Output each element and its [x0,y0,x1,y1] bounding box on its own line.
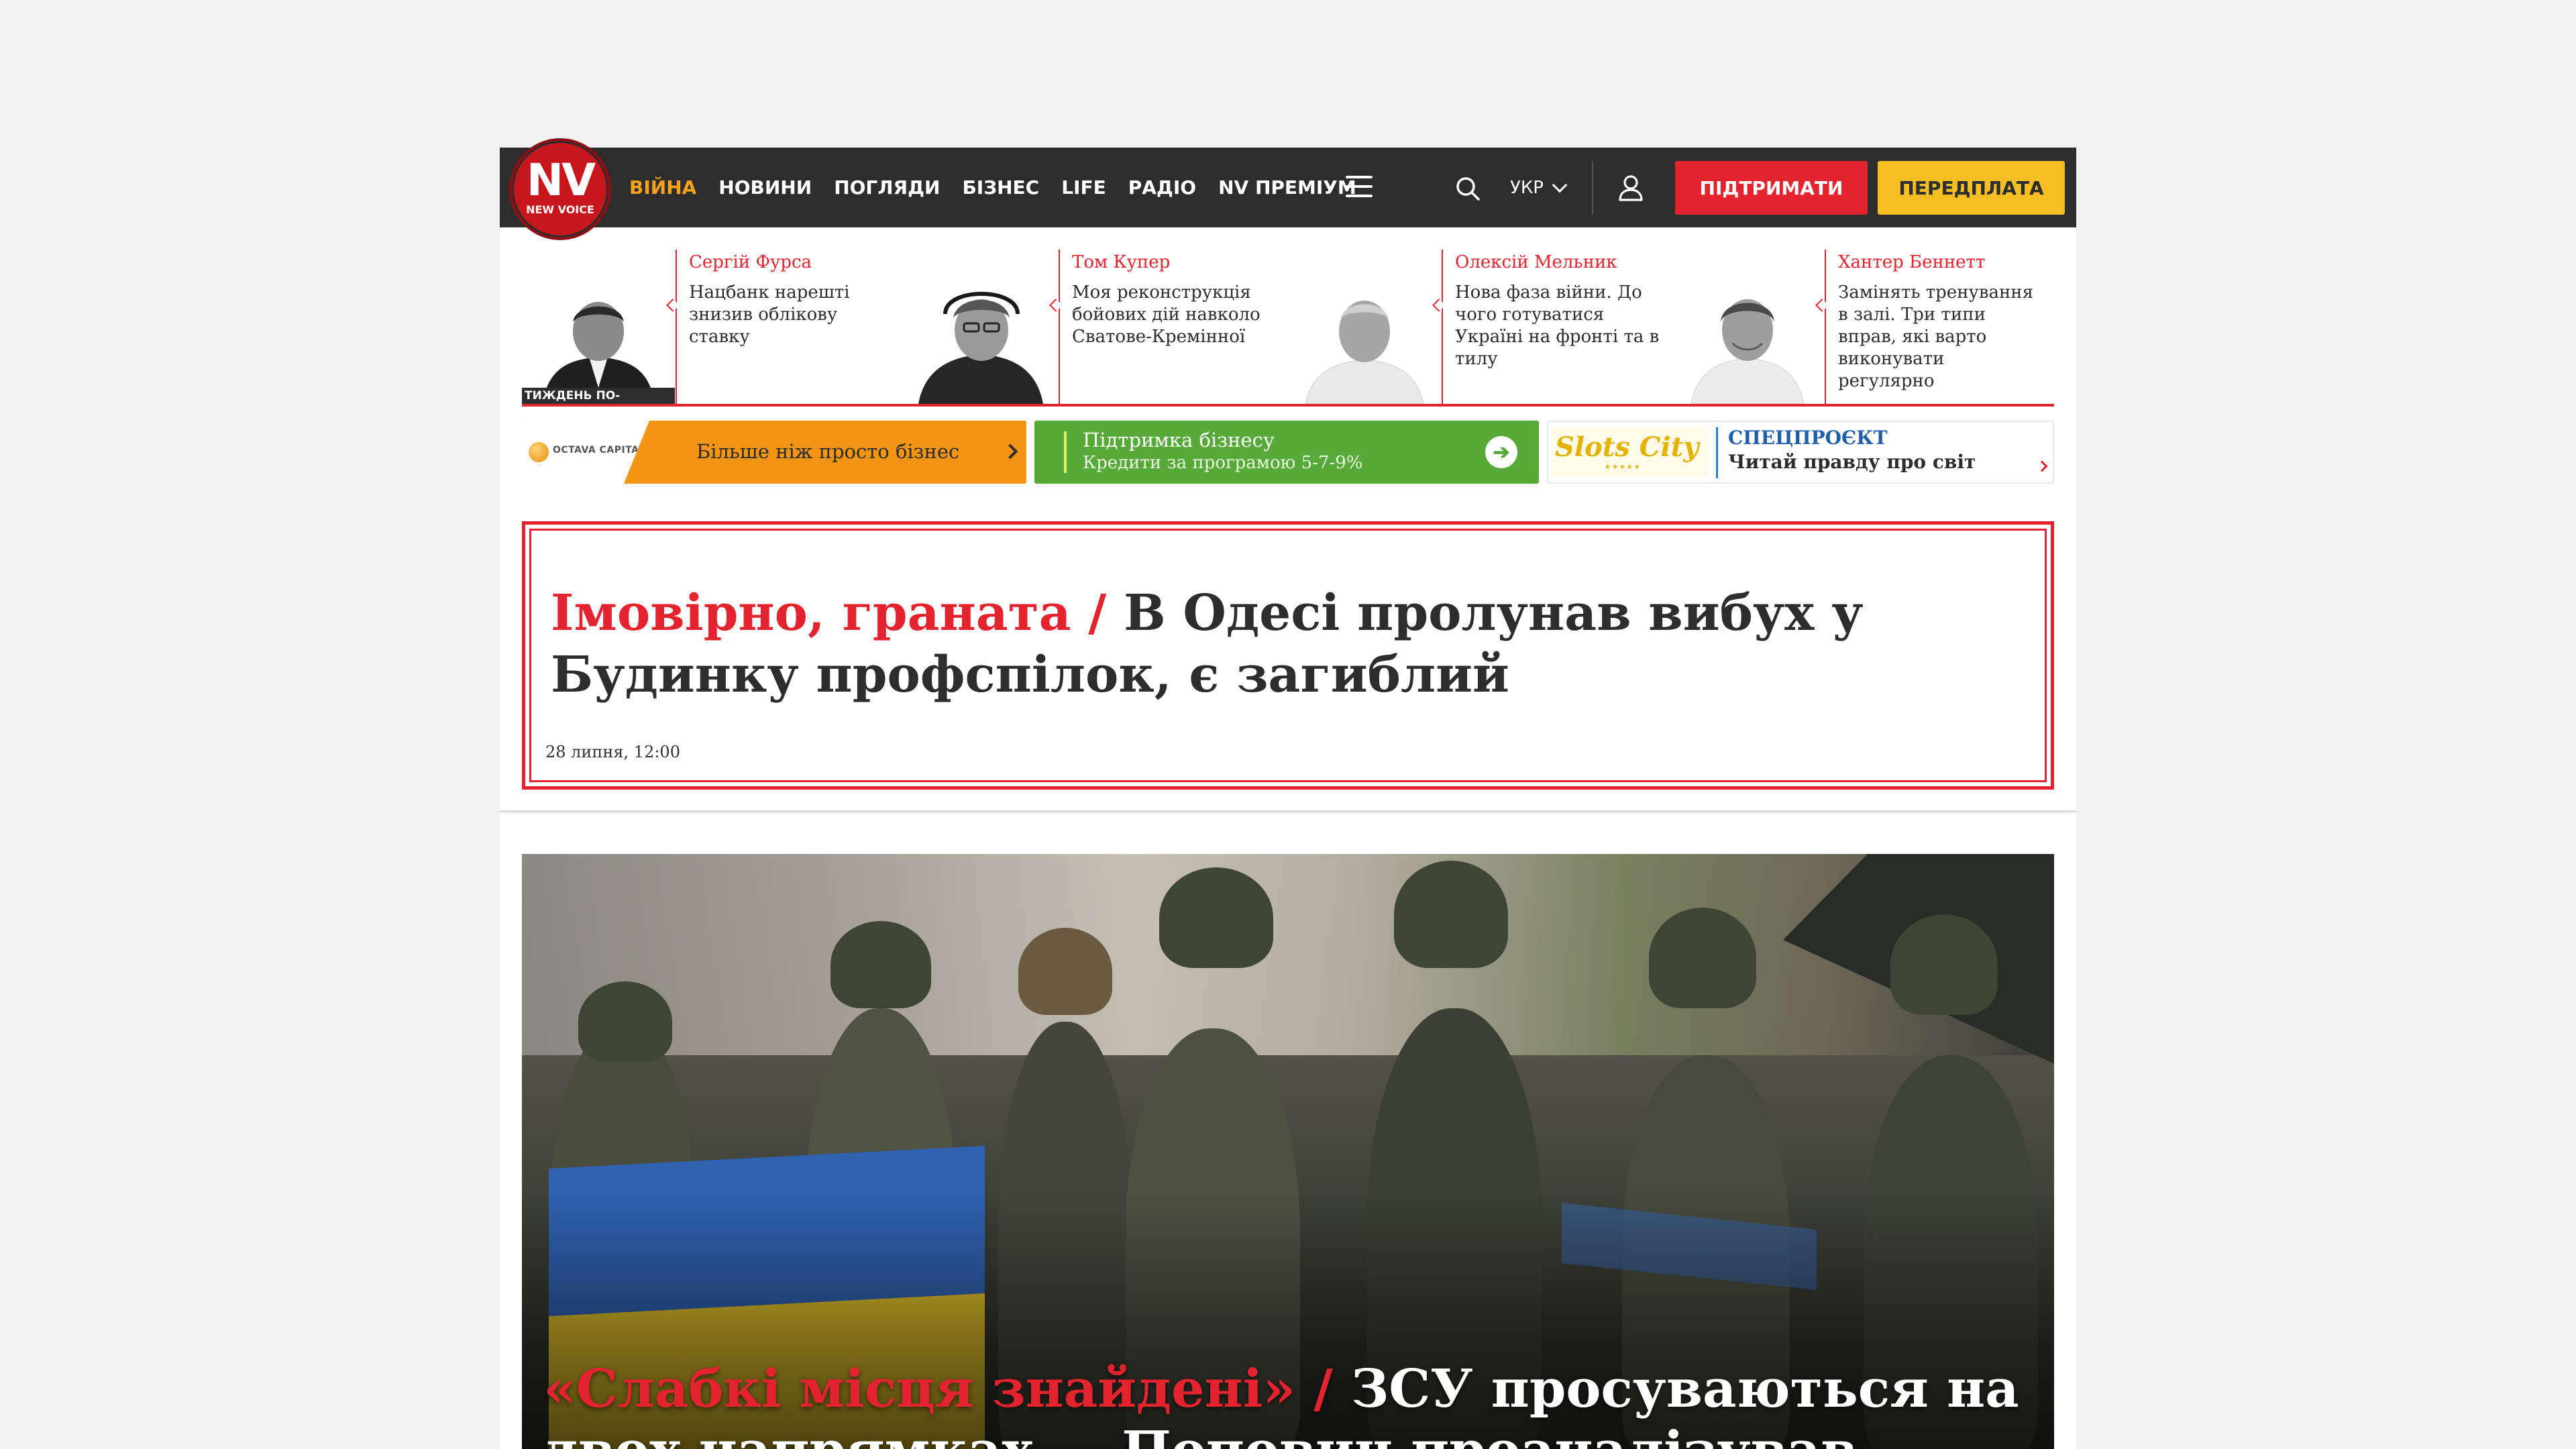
menu-icon[interactable] [1346,176,1373,199]
columnist-text: Хантер Беннетт Замінять тренування в зал… [1825,250,2046,404]
hero-image-helmet [1159,867,1273,968]
columnist-card[interactable]: ТИЖДЕНЬ ПО-ДІЛОВОМУ Сергій Фурса Нацбанк… [522,250,905,419]
columnist-card[interactable]: Олексій Мельник Нова фаза війни. До чого… [1288,250,1671,404]
support-button[interactable]: ПІДТРИМАТИ [1675,161,1868,215]
columnist-text: Том Купер Моя реконструкція бойових дій … [1059,250,1280,404]
columnist-headline[interactable]: Замінять тренування в залі. Три типи впр… [1838,282,2046,392]
columnist-headline[interactable]: Моя реконструкція бойових дій навколо Св… [1072,282,1280,348]
week-badge: ТИЖДЕНЬ ПО-ДІЛОВОМУ [522,388,675,419]
columnists-strip: ТИЖДЕНЬ ПО-ДІЛОВОМУ Сергій Фурса Нацбанк… [522,250,2054,419]
columnist-photo [1671,287,1824,404]
chevron-right-icon [1002,443,1018,460]
columnist-headline[interactable]: Нова фаза війни. До чого готуватися Укра… [1455,282,1663,370]
nav-item-war[interactable]: ВІЙНА [629,176,696,199]
hero-image-helmet [830,921,931,1008]
columnist-text: Олексій Мельник Нова фаза війни. До чого… [1442,250,1663,404]
search-icon[interactable] [1454,175,1481,202]
stars-icon: ★★★★★ [1605,464,1642,471]
special-project-banner[interactable]: Slots City ★★★★★ СПЕЦПРОЄКТ Читай правду… [1547,421,2054,484]
nav-item-news[interactable]: НОВИНИ [718,176,812,199]
columnist-photo [1288,287,1441,404]
main-nav: ВІЙНА НОВИНИ ПОГЛЯДИ БІЗНЕС LIFE РАДІО N… [629,148,1379,227]
page: NV NEW VOICE ВІЙНА НОВИНИ ПОГЛЯДИ БІЗНЕС… [500,138,2076,1449]
header-divider [1592,161,1593,215]
special-project-label: СПЕЦПРОЄКТ [1728,427,1888,449]
hero-image-helmet [1890,914,1998,1015]
logo-text: NV [526,154,596,206]
hero-image-helmet [1394,861,1508,968]
special-project-text: Читай правду про світ азарту [1728,451,1976,482]
breaking-headline[interactable]: Імовірно, граната / В Одесі пролунав виб… [551,582,2006,706]
nav-item-radio[interactable]: РАДІО [1128,176,1196,199]
columnist-author[interactable]: Том Купер [1072,251,1280,274]
chevron-down-icon [1552,177,1568,193]
octava-slogan: Більше ніж просто бізнес [696,440,960,463]
columnist-author[interactable]: Олексій Мельник [1455,251,1663,274]
section-divider [500,810,2076,812]
language-label: УКР [1510,177,1544,198]
hero-kicker: «Слабкі місця знайдені» / [543,1358,1333,1419]
breaking-date: 28 липня, 12:00 [545,743,680,761]
nv-logo[interactable]: NV NEW VOICE [509,138,611,240]
business-banner-title: Підтримка бізнесу [1083,429,1275,451]
nav-item-opinions[interactable]: ПОГЛЯДИ [834,176,940,199]
columnist-card[interactable]: Хантер Беннетт Замінять тренування в зал… [1671,250,2054,404]
nav-item-business[interactable]: БІЗНЕС [962,176,1039,199]
octava-banner[interactable]: OCTAVA CAPITAL Більше ніж просто бізнес [522,421,1026,484]
business-support-banner[interactable]: Підтримка бізнесу Кредити за програмою 5… [1034,421,1539,484]
subscribe-button[interactable]: ПЕРЕДПЛАТА [1878,161,2065,215]
nav-item-life[interactable]: LIFE [1061,176,1106,199]
breaking-news-box[interactable]: Імовірно, граната / В Одесі пролунав виб… [522,521,2054,790]
banner-accent-bar [1064,431,1067,473]
octava-logo-icon [529,442,549,462]
hero-image-helmet [1649,908,1756,1008]
user-icon[interactable] [1616,173,1646,203]
hero-image-helmet [1018,928,1112,1015]
columnist-author[interactable]: Хантер Беннетт [1838,251,2046,274]
hero-article[interactable]: «Слабкі місця знайдені» / ЗСУ просувають… [522,854,2054,1449]
arrow-right-icon: ➔ [1485,436,1517,468]
columnist-photo [522,287,675,404]
language-select[interactable]: УКР [1510,148,1568,227]
top-navbar: NV NEW VOICE ВІЙНА НОВИНИ ПОГЛЯДИ БІЗНЕС… [500,138,2076,240]
logo-subtext: NEW VOICE [526,203,594,216]
columnist-author[interactable]: Сергій Фурса [689,251,897,274]
columnist-headline[interactable]: Нацбанк нарешті знизив облікову ставку [689,282,897,348]
columnist-card[interactable]: Том Купер Моя реконструкція бойових дій … [905,250,1288,404]
columnist-photo [905,287,1058,404]
octava-brand: OCTAVA CAPITAL [553,445,645,455]
hero-image-helmet [578,981,672,1062]
octava-logo: OCTAVA CAPITAL [522,421,649,484]
hero-headline[interactable]: «Слабкі місця знайдені» / ЗСУ просувають… [543,1358,2019,1449]
business-banner-subtitle: Кредити за програмою 5-7-9% [1083,453,1363,473]
columnist-text: Сергій Фурса Нацбанк нарешті знизив облі… [676,250,897,404]
banner-divider [1716,427,1718,478]
nav-item-premium[interactable]: NV ПРЕМІУМ [1218,176,1356,199]
breaking-kicker: Імовірно, граната / [551,584,1107,642]
